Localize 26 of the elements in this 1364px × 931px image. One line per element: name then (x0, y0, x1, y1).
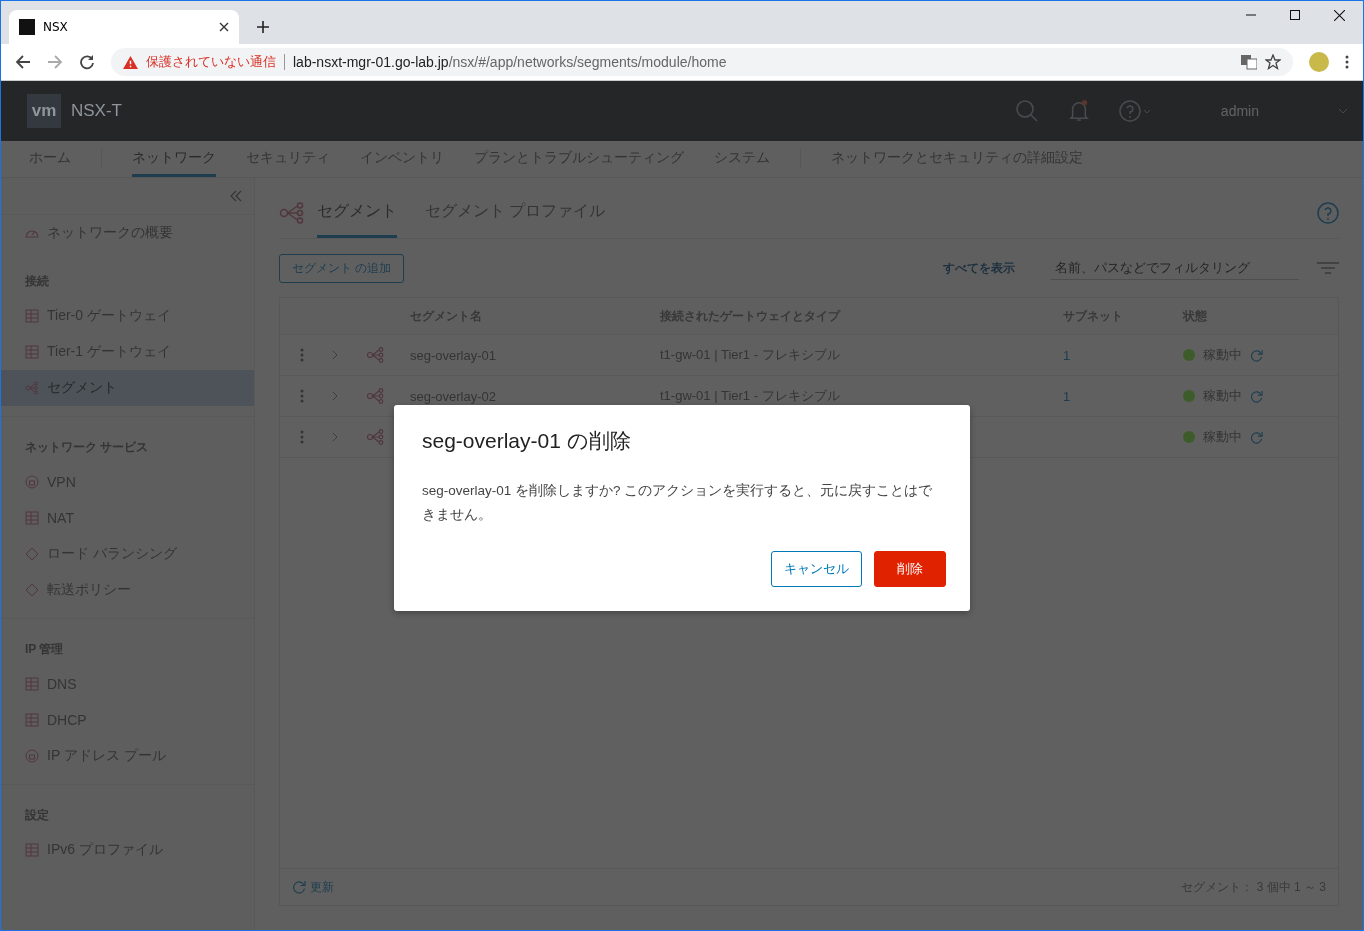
close-icon[interactable] (219, 22, 229, 32)
url-text: lab-nsxt-mgr-01.go-lab.jp/nsx/#/app/networks/segments/module/home (293, 54, 727, 70)
delete-button[interactable]: 削除 (874, 551, 946, 587)
more-icon[interactable] (1345, 55, 1349, 69)
show-all-link[interactable]: すべてを表示 (943, 259, 1015, 277)
security-warning: 保護されていない通信 (146, 53, 276, 71)
subnet-link[interactable]: 1 (1063, 347, 1071, 363)
subnet-link[interactable]: 1 (1063, 388, 1071, 404)
translate-icon[interactable] (1241, 54, 1257, 70)
vm-logo: vm (27, 94, 61, 128)
cancel-button[interactable]: キャンセル (771, 551, 862, 587)
back-icon[interactable] (15, 54, 31, 70)
forward-icon[interactable] (47, 54, 63, 70)
avatar-icon[interactable] (1309, 52, 1329, 72)
favicon-icon (19, 19, 35, 35)
maximize-icon[interactable] (1290, 10, 1300, 20)
close-icon[interactable] (1334, 10, 1345, 21)
dialog-title: seg-overlay-01 の削除 (422, 428, 632, 454)
warning-icon (123, 55, 138, 69)
address-bar[interactable]: 保護されていない通信 lab-nsxt-mgr-01.go-lab.jp/nsx/#/app/networks/segments/module/home (111, 48, 1293, 76)
dialog-message: seg-overlay-01 を削除しますか? このアクションを実行すると、元に戻すことはできません。 (422, 482, 934, 524)
browser-tab[interactable]: NSX (9, 10, 239, 44)
reload-icon[interactable] (79, 54, 95, 70)
star-icon[interactable] (1265, 54, 1281, 70)
new-tab-icon[interactable] (257, 21, 269, 33)
product-name: NSX-T (71, 101, 122, 121)
